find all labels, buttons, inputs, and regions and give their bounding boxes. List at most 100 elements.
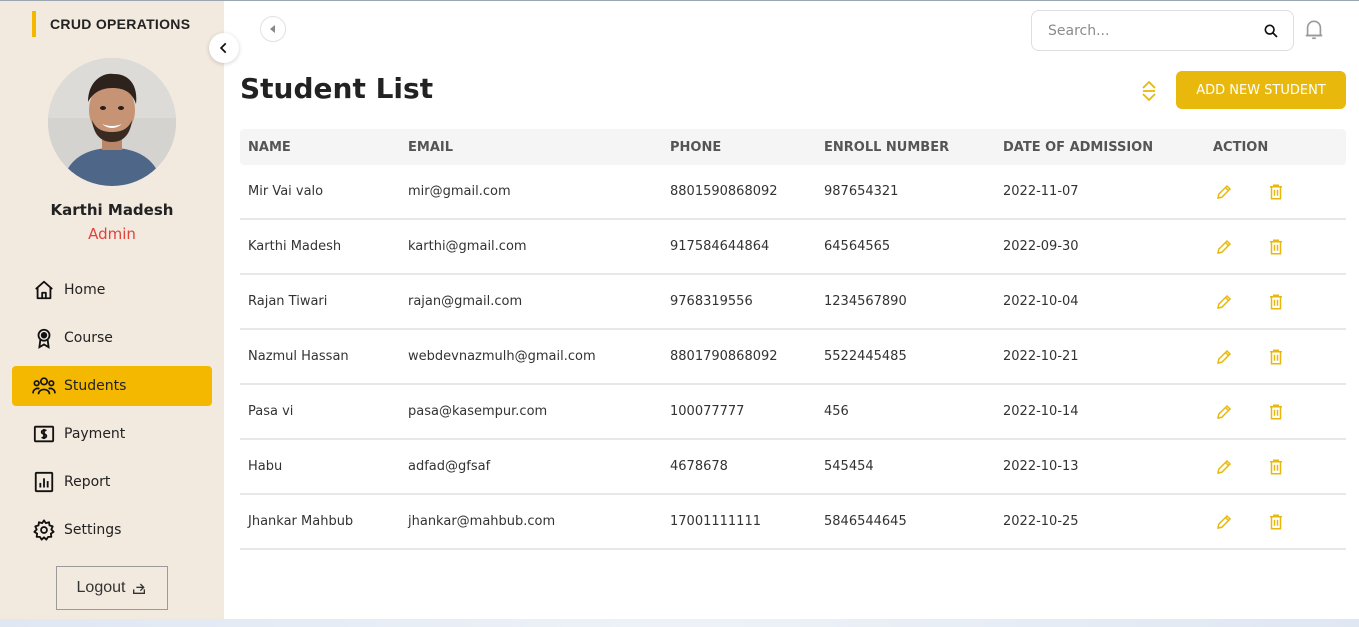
sidebar-item-label: Report <box>64 474 111 490</box>
gear-icon <box>32 518 56 542</box>
page-title: Student List <box>240 72 434 105</box>
cell-actions <box>1205 401 1346 423</box>
cell-actions <box>1205 511 1346 533</box>
edit-icon[interactable] <box>1213 291 1235 313</box>
cell-enroll: 545454 <box>824 459 874 474</box>
cell-enroll: 987654321 <box>824 184 899 199</box>
cell-name: Karthi Madesh <box>248 239 342 254</box>
search-icon[interactable] <box>1263 23 1279 39</box>
notification-button[interactable] <box>1302 16 1326 44</box>
sort-button[interactable] <box>1137 79 1161 103</box>
logout-icon <box>133 583 146 594</box>
table-row: Habu adfad@gfsaf 4678678 545454 2022-10-13 <box>240 440 1346 495</box>
edit-icon[interactable] <box>1213 346 1235 368</box>
cell-phone: 917584644864 <box>670 239 770 254</box>
sidebar-item-report[interactable]: Report <box>12 462 212 502</box>
delete-icon[interactable] <box>1265 511 1287 533</box>
sidebar-item-label: Course <box>64 330 113 346</box>
delete-icon[interactable] <box>1265 456 1287 478</box>
taskbar-strip <box>0 619 1359 627</box>
edit-icon[interactable] <box>1213 511 1235 533</box>
cell-name: Nazmul Hassan <box>248 349 349 364</box>
cell-enroll: 5522445485 <box>824 349 907 364</box>
table-row: Nazmul Hassan webdevnazmulh@gmail.com 8801… <box>240 330 1346 385</box>
cell-enroll: 5846544645 <box>824 514 907 529</box>
cell-actions <box>1205 346 1346 368</box>
cell-date: 2022-10-14 <box>1003 404 1079 419</box>
cell-email: jhankar@mahbub.com <box>408 514 556 529</box>
logout-label: Logout <box>76 579 126 596</box>
cell-email: adfad@gfsaf <box>408 459 491 474</box>
report-icon <box>32 470 56 494</box>
edit-icon[interactable] <box>1213 456 1235 478</box>
home-icon <box>32 278 56 302</box>
table-body: Mir Vai valo mir@gmail.com 8801590868092 98… <box>240 165 1346 550</box>
chevron-left-icon <box>219 42 227 54</box>
table-header: NAME EMAIL PHONE ENROLL NUMBER DATE OF A… <box>240 129 1346 165</box>
cell-actions <box>1205 236 1346 258</box>
cell-actions <box>1205 456 1346 478</box>
cell-actions <box>1205 291 1346 313</box>
cell-name: Jhankar Mahbub <box>248 514 354 529</box>
cell-name: Habu <box>248 459 283 474</box>
dollar-icon <box>32 422 56 446</box>
cell-phone: 8801590868092 <box>670 184 778 199</box>
cell-phone: 100077777 <box>670 404 745 419</box>
table-row: Jhankar Mahbub jhankar@mahbub.com 17001111… <box>240 495 1346 550</box>
column-header-date: DATE OF ADMISSION <box>1003 139 1154 155</box>
table-row: Mir Vai valo mir@gmail.com 8801590868092 98… <box>240 165 1346 220</box>
delete-icon[interactable] <box>1265 401 1287 423</box>
user-name: Karthi Madesh <box>50 201 174 219</box>
cell-date: 2022-11-07 <box>1003 184 1079 199</box>
sidebar-item-label: Settings <box>64 522 122 538</box>
cell-date: 2022-10-21 <box>1003 349 1079 364</box>
cell-phone: 17001111111 <box>670 514 761 529</box>
delete-icon[interactable] <box>1265 346 1287 368</box>
logout-button[interactable]: Logout <box>56 566 168 610</box>
cell-email: karthi@gmail.com <box>408 239 527 254</box>
table-row: Pasa vi pasa@kasempur.com 100077777 456 2022… <box>240 385 1346 440</box>
sidebar-item-home[interactable]: Home <box>12 270 212 310</box>
cell-email: mir@gmail.com <box>408 184 511 199</box>
app-brand: CRUD OPERATIONS <box>32 11 190 37</box>
caret-left-icon <box>270 25 275 33</box>
sidebar-item-settings[interactable]: Settings <box>12 510 212 550</box>
table-row: Karthi Madesh karthi@gmail.com 91758464486… <box>240 220 1346 275</box>
edit-icon[interactable] <box>1213 236 1235 258</box>
sidebar-nav: Home Course Students Payment Report Sett… <box>12 270 212 558</box>
cell-name: Rajan Tiwari <box>248 294 328 309</box>
sort-icon <box>1142 80 1156 102</box>
cell-email: webdevnazmulh@gmail.com <box>408 349 596 364</box>
back-button[interactable] <box>260 16 286 42</box>
column-header-phone: PHONE <box>670 139 722 155</box>
delete-icon[interactable] <box>1265 236 1287 258</box>
add-new-student-button[interactable]: ADD NEW STUDENT <box>1176 71 1346 109</box>
sidebar-item-course[interactable]: Course <box>12 318 212 358</box>
sidebar-item-label: Home <box>64 282 106 298</box>
edit-icon[interactable] <box>1213 181 1235 203</box>
users-icon <box>32 374 56 398</box>
user-role: Admin <box>88 225 136 243</box>
sidebar: CRUD OPERATIONS Karthi Madesh Admin Home <box>0 1 224 619</box>
delete-icon[interactable] <box>1265 291 1287 313</box>
edit-icon[interactable] <box>1213 401 1235 423</box>
cell-name: Pasa vi <box>248 404 294 419</box>
award-icon <box>32 326 56 350</box>
cell-date: 2022-10-13 <box>1003 459 1079 474</box>
search-input[interactable] <box>1048 22 1263 39</box>
column-header-action: ACTION <box>1213 139 1269 155</box>
cell-phone: 8801790868092 <box>670 349 778 364</box>
search-box <box>1031 10 1294 51</box>
sidebar-item-students[interactable]: Students <box>12 366 212 406</box>
cell-email: rajan@gmail.com <box>408 294 523 309</box>
cell-email: pasa@kasempur.com <box>408 404 548 419</box>
collapse-sidebar-button[interactable] <box>209 33 239 63</box>
delete-icon[interactable] <box>1265 181 1287 203</box>
cell-enroll: 456 <box>824 404 849 419</box>
column-header-name: NAME <box>248 139 291 155</box>
cell-enroll: 64564565 <box>824 239 891 254</box>
sidebar-item-label: Payment <box>64 426 126 442</box>
sidebar-item-payment[interactable]: Payment <box>12 414 212 454</box>
cell-enroll: 1234567890 <box>824 294 907 309</box>
student-table: NAME EMAIL PHONE ENROLL NUMBER DATE OF A… <box>240 129 1346 550</box>
